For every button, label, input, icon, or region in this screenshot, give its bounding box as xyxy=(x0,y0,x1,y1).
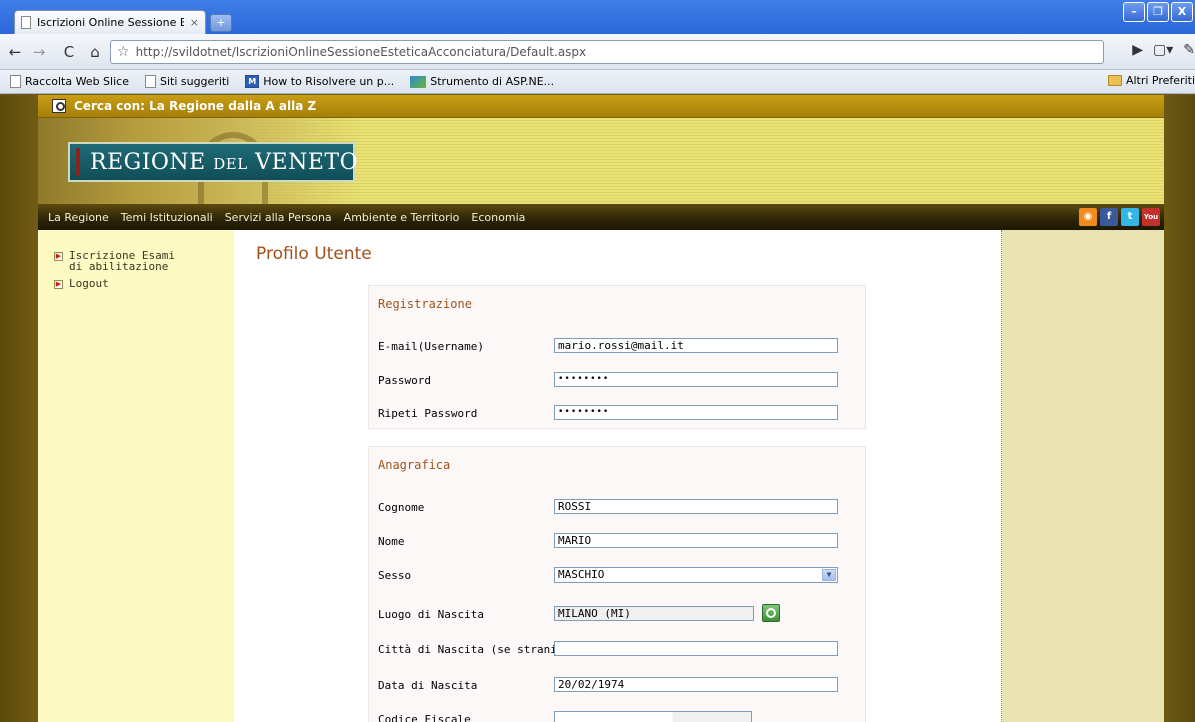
youtube-icon[interactable]: You xyxy=(1142,208,1160,226)
forward-arrow-icon[interactable]: → xyxy=(28,41,50,63)
data-nascita-label: Data di Nascita xyxy=(378,679,478,692)
codice-fiscale-row: Codice Fiscale xyxy=(378,711,858,722)
repeat-password-row: Ripeti Password •••••••• xyxy=(378,405,858,421)
new-tab-button[interactable]: + xyxy=(210,14,232,32)
nome-row: Nome MARIO xyxy=(378,533,858,549)
page-icon xyxy=(10,75,21,88)
facebook-icon[interactable]: f xyxy=(1100,208,1118,226)
twitter-icon[interactable]: t xyxy=(1121,208,1139,226)
minimize-button[interactable]: – xyxy=(1123,2,1145,22)
menu-item-servizi-persona[interactable]: Servizi alla Persona xyxy=(225,211,332,224)
menu-item-temi-istituzionali[interactable]: Temi Istituzionali xyxy=(121,211,213,224)
bookmark-item[interactable]: Siti suggeriti xyxy=(139,75,235,88)
codice-fiscale-label: Codice Fiscale xyxy=(378,713,471,722)
search-place-button[interactable] xyxy=(762,604,780,622)
close-window-button[interactable]: X xyxy=(1171,2,1193,22)
anagrafica-heading: Anagrafica xyxy=(378,458,451,472)
menu-item-ambiente-territorio[interactable]: Ambiente e Territorio xyxy=(344,211,460,224)
chevron-down-icon[interactable]: ▼ xyxy=(822,569,836,581)
citta-nascita-label: Città di Nascita (se stranieri) xyxy=(378,643,584,656)
page-icon xyxy=(21,16,31,29)
window-controls: – ❐ X xyxy=(1123,2,1193,22)
cognome-input[interactable]: ROSSI xyxy=(554,499,838,514)
email-row: E-mail(Username) mario.rossi@mail.it xyxy=(378,338,858,354)
reload-icon[interactable]: C xyxy=(58,41,80,63)
home-icon[interactable]: ⌂ xyxy=(84,41,106,63)
bookmark-item[interactable]: M How to Risolvere un p... xyxy=(239,75,400,88)
repeat-password-input[interactable]: •••••••• xyxy=(554,405,838,420)
password-label: Password xyxy=(378,374,431,387)
tab-title: Iscrizioni Online Sessione E... xyxy=(37,16,184,29)
site-container: Cerca con: La Regione dalla A alla Z REG… xyxy=(38,95,1164,722)
bookmark-star-icon[interactable]: ☆ xyxy=(117,44,130,60)
browser-tab[interactable]: Iscrizioni Online Sessione E... × xyxy=(14,10,206,34)
bookmarks-bar: Raccolta Web Slice Siti suggeriti M How … xyxy=(0,70,1195,94)
search-link[interactable]: Cerca con: La Regione dalla A alla Z xyxy=(74,99,316,113)
address-bar[interactable]: ☆ http://svildotnet/IscrizioniOnlineSess… xyxy=(110,40,1104,64)
registrazione-panel: Registrazione E-mail(Username) mario.ros… xyxy=(368,285,866,429)
cognome-row: Cognome ROSSI xyxy=(378,499,858,515)
wrench-icon[interactable]: ✎ xyxy=(1183,42,1195,58)
cognome-label: Cognome xyxy=(378,501,425,514)
sidebar-item-iscrizione-esami[interactable]: ▶ Iscrizione Esami di abilitazione xyxy=(38,250,234,272)
back-arrow-icon[interactable]: ← xyxy=(4,41,26,63)
registrazione-heading: Registrazione xyxy=(378,297,472,311)
page-menu-icon[interactable]: ▢▾ xyxy=(1153,42,1173,58)
url-text[interactable]: http://svildotnet/IscrizioniOnlineSessio… xyxy=(136,45,587,59)
sidebar-item-logout[interactable]: ▶ Logout xyxy=(38,278,234,289)
page-viewport: Cerca con: La Regione dalla A alla Z REG… xyxy=(0,95,1195,722)
maximize-button[interactable]: ❐ xyxy=(1147,2,1169,22)
toolbar-right-buttons: ▶ ▢▾ ✎ xyxy=(1132,42,1195,58)
codice-fiscale-input[interactable] xyxy=(554,711,752,722)
play-icon[interactable]: ▶ xyxy=(1132,42,1143,58)
asp-icon xyxy=(410,75,427,88)
close-tab-icon[interactable]: × xyxy=(190,16,199,29)
email-label: E-mail(Username) xyxy=(378,340,484,353)
luogo-nascita-row: Luogo di Nascita MILANO (MI) xyxy=(378,604,858,622)
email-input[interactable]: mario.rossi@mail.it xyxy=(554,338,838,353)
repeat-password-label: Ripeti Password xyxy=(378,407,478,420)
search-icon[interactable] xyxy=(52,99,66,113)
bookmark-item[interactable]: Raccolta Web Slice xyxy=(4,75,135,88)
regione-veneto-logo[interactable]: REGIONE DEL VENETO xyxy=(68,142,359,182)
left-sidebar: ▶ Iscrizione Esami di abilitazione ▶ Logo… xyxy=(38,230,234,722)
other-bookmarks[interactable]: Altri Preferiti xyxy=(1107,74,1195,87)
sesso-row: Sesso MASCHIO ▼ xyxy=(378,567,858,583)
rss-icon[interactable]: ◉ xyxy=(1079,208,1097,226)
m-logo-icon: M xyxy=(245,75,260,88)
page-title: Profilo Utente xyxy=(256,244,372,264)
luogo-nascita-input[interactable]: MILANO (MI) xyxy=(554,606,754,621)
site-search-bar[interactable]: Cerca con: La Regione dalla A alla Z xyxy=(38,95,1164,118)
browser-titlebar: Iscrizioni Online Sessione E... × + – ❐ … xyxy=(0,0,1195,34)
browser-toolbar: ← → C ⌂ ☆ http://svildotnet/IscrizioniOn… xyxy=(0,34,1195,70)
data-nascita-input[interactable]: 20/02/1974 xyxy=(554,677,838,692)
menu-item-economia[interactable]: Economia xyxy=(471,211,525,224)
folder-icon xyxy=(1107,75,1122,86)
menu-item-la-regione[interactable]: La Regione xyxy=(48,211,109,224)
social-links: ◉ f t You xyxy=(1079,208,1160,226)
right-column xyxy=(1002,230,1164,722)
arrow-right-icon: ▶ xyxy=(54,280,63,289)
page-icon xyxy=(144,75,156,88)
luogo-nascita-label: Luogo di Nascita xyxy=(378,608,484,621)
bookmark-item[interactable]: Strumento di ASP.NE... xyxy=(404,75,560,88)
nome-input[interactable]: MARIO xyxy=(554,533,838,548)
arrow-right-icon: ▶ xyxy=(54,252,63,261)
lion-emblem-icon xyxy=(76,148,80,176)
citta-nascita-row: Città di Nascita (se stranieri) xyxy=(378,641,858,657)
main-content: Profilo Utente Registrazione E-mail(User… xyxy=(234,230,1002,722)
main-menu: La Regione Temi Istituzionali Servizi al… xyxy=(38,204,1164,230)
anagrafica-panel: Anagrafica Cognome ROSSI Nome MARIO Sess… xyxy=(368,446,866,722)
sesso-label: Sesso xyxy=(378,569,412,582)
logo-text: REGIONE DEL VENETO xyxy=(90,149,359,175)
nome-label: Nome xyxy=(378,535,405,548)
citta-nascita-input[interactable] xyxy=(554,641,838,656)
site-banner: REGIONE DEL VENETO xyxy=(38,118,1164,204)
sesso-select[interactable]: MASCHIO ▼ xyxy=(554,567,838,583)
data-nascita-row: Data di Nascita 20/02/1974 xyxy=(378,677,858,693)
password-input[interactable]: •••••••• xyxy=(554,372,838,387)
password-row: Password •••••••• xyxy=(378,372,858,388)
